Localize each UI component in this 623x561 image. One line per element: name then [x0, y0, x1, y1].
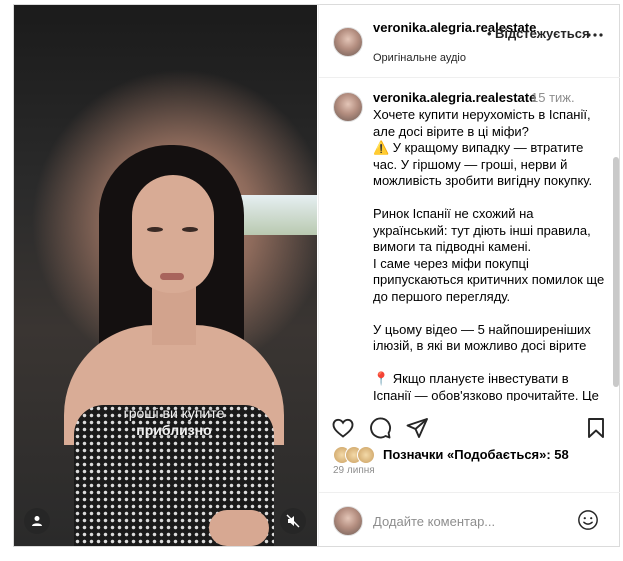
caption-blank — [373, 190, 609, 207]
caption-author-username[interactable]: veronika.alegria.realestate — [373, 90, 536, 105]
person-hand — [209, 510, 269, 546]
reel-video[interactable]: гроші ви купите приблизно — [14, 5, 317, 546]
caption-line: І саме через міфи покупці припускаються … — [373, 255, 605, 304]
audio-label[interactable]: Оригінальне аудіо — [373, 52, 466, 64]
person-eye-right — [182, 227, 198, 232]
follow-button[interactable]: Відстежується — [495, 26, 590, 41]
share-icon[interactable] — [405, 416, 429, 440]
smile-icon[interactable] — [577, 509, 599, 531]
person-mouth — [160, 273, 184, 280]
likes-row: Позначки «Подобається»: 58 — [333, 445, 613, 465]
comment-icon[interactable] — [368, 416, 392, 440]
tagged-users-button[interactable] — [24, 508, 50, 534]
caption-blank — [373, 305, 609, 322]
comment-bar: Додайте коментар... — [319, 492, 620, 547]
likes-count[interactable]: Позначки «Подобається»: 58 — [383, 447, 569, 462]
caption-text: Хочете купити нерухомість в Іспанії, але… — [373, 107, 609, 401]
post-modal: гроші ви купите приблизно veronika.alegr… — [13, 4, 620, 547]
speaker-muted-icon — [286, 514, 300, 528]
post-header: veronika.alegria.realestate • Відстежуєт… — [319, 5, 620, 78]
caption-line: 📍 Якщо плануєте інвестувати в Іспанії — … — [373, 371, 599, 401]
post-time[interactable]: 15 тиж. — [531, 90, 575, 105]
current-user-avatar — [333, 506, 363, 536]
caption-line: У цьому відео — 5 найпоширеніших ілюзій,… — [373, 321, 591, 354]
post-panel: veronika.alegria.realestate • Відстежуєт… — [318, 5, 620, 546]
caption-line: Хочете купити нерухомість в Іспанії, але… — [373, 107, 591, 139]
caption-line: Ринок Іспанії не схожий на український: … — [373, 206, 591, 254]
video-caption-line2: приблизно — [136, 422, 212, 438]
user-icon — [32, 516, 42, 526]
video-caption-line1: гроші ви купите — [123, 405, 225, 421]
caption-blank — [373, 355, 609, 372]
heart-icon[interactable] — [331, 416, 355, 440]
post-date[interactable]: 29 липня — [333, 465, 375, 476]
person-neck — [152, 285, 196, 345]
bookmark-icon[interactable] — [584, 416, 608, 440]
more-horizontal-icon[interactable] — [585, 29, 605, 41]
comment-input[interactable]: Додайте коментар... — [373, 514, 495, 529]
action-bar — [319, 408, 620, 448]
caption-scrollbar[interactable] — [613, 157, 619, 387]
liker-avatar[interactable] — [357, 446, 375, 464]
header-separator: • — [487, 26, 492, 41]
caption-line: ⚠️ У кращому випадку — втратите час. У г… — [373, 140, 593, 188]
caption-area: veronika.alegria.realestate 15 тиж. Хоче… — [319, 79, 620, 401]
author-avatar[interactable] — [333, 27, 363, 57]
mute-button[interactable] — [280, 508, 306, 534]
video-caption: гроші ви купите приблизно — [94, 405, 254, 439]
person-eye-left — [147, 227, 163, 232]
caption-author-avatar[interactable] — [333, 92, 363, 122]
author-username[interactable]: veronika.alegria.realestate — [373, 20, 536, 36]
